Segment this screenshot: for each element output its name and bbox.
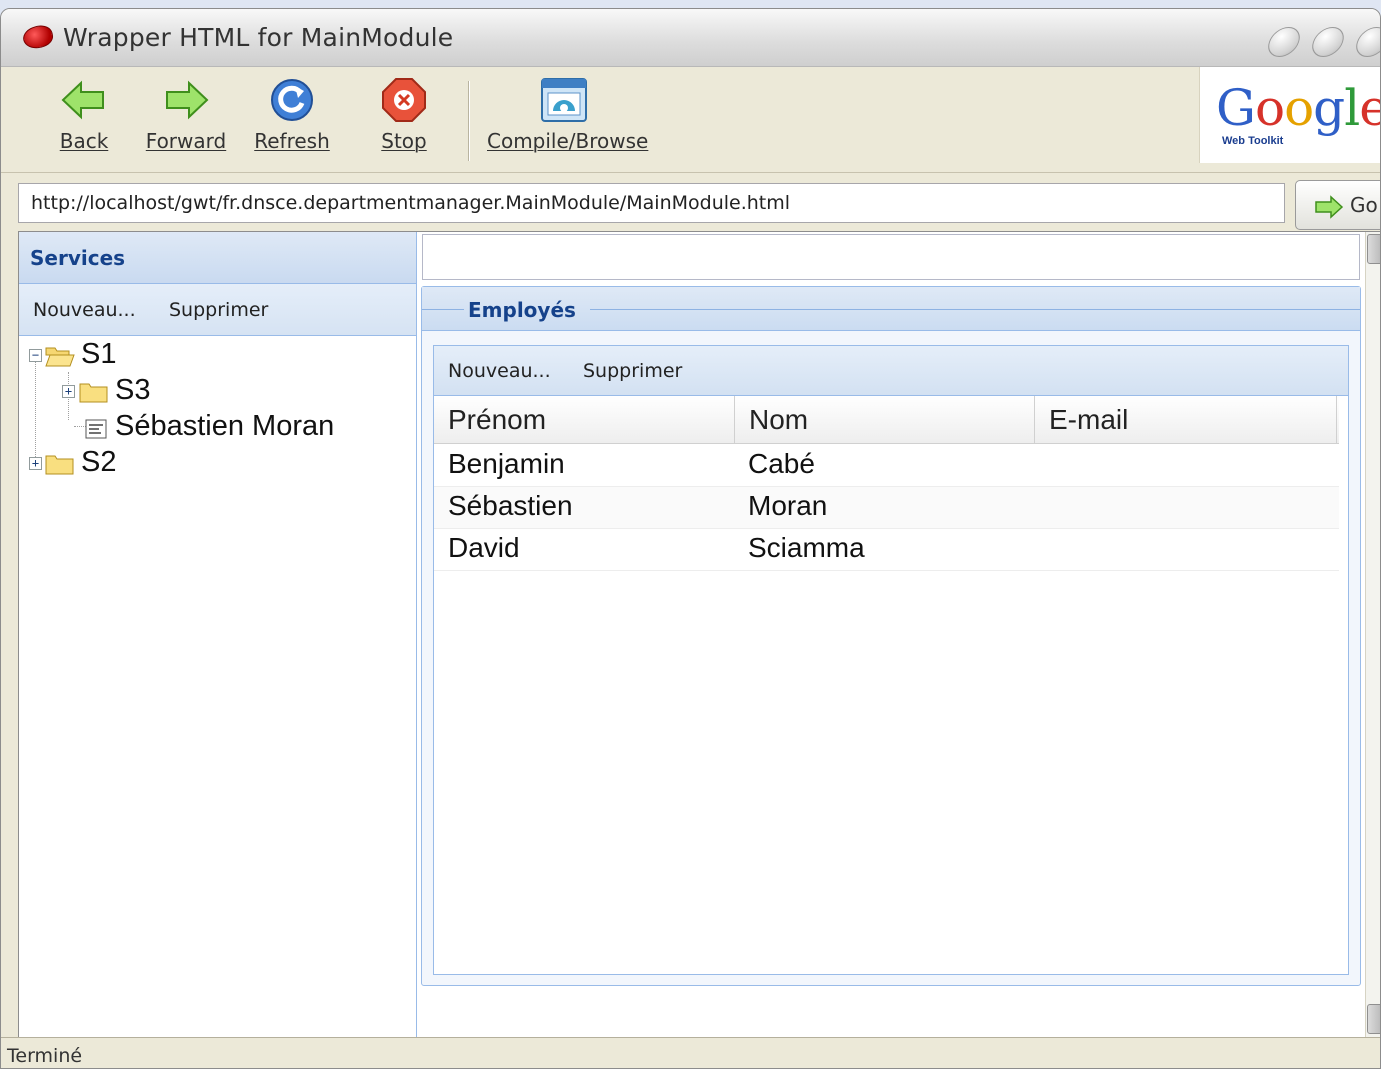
cell-firstname: Benjamin bbox=[448, 448, 565, 479]
employees-fieldset: Employés Nouveau... Supprimer Prénom Nom… bbox=[421, 286, 1361, 986]
status-text: Terminé bbox=[7, 1045, 83, 1067]
expand-icon[interactable]: + bbox=[29, 457, 42, 470]
tree-node-label: Sébastien Moran bbox=[115, 410, 335, 442]
table-row[interactable]: David Sciamma bbox=[434, 529, 1339, 571]
minimize-button[interactable] bbox=[1264, 27, 1304, 57]
employees-title: Employés bbox=[468, 298, 576, 322]
column-header-firstname[interactable]: Prénom bbox=[434, 396, 735, 444]
table-row[interactable]: Benjamin Cabé bbox=[434, 445, 1339, 487]
expand-icon[interactable]: + bbox=[62, 385, 75, 398]
services-new-button[interactable]: Nouveau... bbox=[33, 299, 136, 321]
tree-node-label: S2 bbox=[81, 446, 117, 478]
tree-node-s2[interactable]: + S2 bbox=[19, 446, 399, 482]
title-bar: Wrapper HTML for MainModule bbox=[1, 9, 1380, 67]
scroll-up-button[interactable] bbox=[1367, 234, 1380, 264]
forward-label: Forward bbox=[145, 129, 227, 153]
back-button[interactable]: Back bbox=[53, 77, 115, 153]
table-row[interactable]: Sébastien Moran bbox=[434, 487, 1339, 529]
services-toolbar: Nouveau... Supprimer bbox=[19, 284, 416, 336]
folder-icon bbox=[79, 383, 108, 403]
go-label: Go bbox=[1350, 193, 1378, 217]
go-arrow-icon bbox=[1315, 194, 1344, 219]
back-label: Back bbox=[59, 129, 109, 153]
compile-browse-button[interactable]: Compile/Browse bbox=[487, 77, 649, 153]
services-panel: Services Nouveau... Supprimer − S1 + S3 … bbox=[19, 232, 417, 1038]
column-header-email[interactable]: E-mail bbox=[1035, 396, 1337, 444]
tree-node-s1[interactable]: − S1 bbox=[19, 338, 399, 374]
toolbar-separator bbox=[468, 81, 470, 161]
scroll-down-button[interactable] bbox=[1367, 1004, 1380, 1034]
vertical-scrollbar[interactable] bbox=[1365, 232, 1380, 1038]
app-icon bbox=[21, 23, 55, 51]
cell-lastname: Moran bbox=[748, 490, 828, 521]
cell-lastname: Sciamma bbox=[748, 532, 865, 563]
tree-node-label: S3 bbox=[115, 374, 151, 406]
toolbar: Back Forward Refresh Stop Compile/Browse… bbox=[1, 67, 1380, 173]
fieldset-line bbox=[590, 309, 1360, 310]
back-arrow-icon bbox=[61, 80, 104, 120]
open-folder-icon bbox=[45, 347, 75, 367]
employees-new-button[interactable]: Nouveau... bbox=[448, 360, 551, 382]
maximize-button[interactable] bbox=[1308, 27, 1348, 57]
top-strip bbox=[422, 234, 1360, 280]
window-title: Wrapper HTML for MainModule bbox=[63, 23, 454, 52]
url-input[interactable]: http://localhost/gwt/fr.dnsce.department… bbox=[18, 183, 1285, 223]
tree-node-label: S1 bbox=[81, 338, 117, 370]
refresh-icon bbox=[271, 79, 313, 121]
cell-lastname: Cabé bbox=[748, 448, 815, 479]
document-icon bbox=[85, 419, 107, 439]
address-bar: http://localhost/gwt/fr.dnsce.department… bbox=[1, 173, 1380, 231]
grid-header: Prénom Nom E-mail bbox=[434, 396, 1339, 444]
stop-label: Stop bbox=[381, 129, 427, 153]
refresh-label: Refresh bbox=[254, 129, 330, 153]
logo-subtitle: Web Toolkit bbox=[1222, 135, 1284, 147]
compile-browse-label: Compile/Browse bbox=[487, 129, 649, 153]
stop-button[interactable]: Stop bbox=[373, 77, 435, 153]
employees-grid: Nouveau... Supprimer Prénom Nom E-mail B… bbox=[433, 345, 1349, 975]
refresh-button[interactable]: Refresh bbox=[251, 77, 333, 153]
cell-firstname: David bbox=[448, 532, 520, 563]
close-button[interactable] bbox=[1352, 27, 1380, 57]
status-bar: Terminé bbox=[1, 1037, 1380, 1068]
employees-header: Employés bbox=[422, 287, 1360, 331]
cell-firstname: Sébastien bbox=[448, 490, 573, 521]
compile-browse-icon bbox=[541, 78, 587, 122]
go-button[interactable]: Go bbox=[1295, 180, 1380, 230]
page-content: Services Nouveau... Supprimer − S1 + S3 … bbox=[18, 231, 1380, 1038]
browser-window: Wrapper HTML for MainModule Back Forward… bbox=[0, 8, 1381, 1069]
services-panel-title: Services bbox=[19, 232, 416, 284]
collapse-icon[interactable]: − bbox=[29, 349, 42, 362]
tree-node-employee[interactable]: Sébastien Moran bbox=[19, 410, 409, 446]
employees-toolbar: Nouveau... Supprimer bbox=[434, 346, 1348, 396]
gwt-logo: Google Web Toolkit bbox=[1199, 67, 1380, 163]
forward-button[interactable]: Forward bbox=[143, 77, 229, 153]
forward-arrow-icon bbox=[166, 80, 209, 120]
folder-icon bbox=[45, 455, 74, 475]
main-area: Employés Nouveau... Supprimer Prénom Nom… bbox=[418, 232, 1364, 1038]
services-delete-button[interactable]: Supprimer bbox=[169, 299, 268, 321]
logo-text: Google bbox=[1216, 79, 1380, 137]
stop-icon bbox=[382, 78, 426, 122]
employees-delete-button[interactable]: Supprimer bbox=[583, 360, 682, 382]
tree-node-s3[interactable]: + S3 bbox=[19, 374, 399, 410]
fieldset-line bbox=[422, 309, 464, 310]
column-header-lastname[interactable]: Nom bbox=[735, 396, 1035, 444]
